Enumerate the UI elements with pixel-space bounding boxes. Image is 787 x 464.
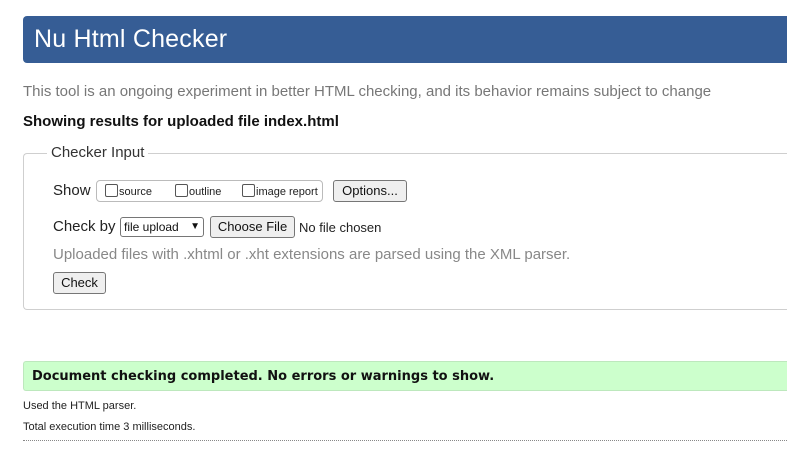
chevron-down-icon: ▼ <box>190 221 200 232</box>
xml-parser-hint: Uploaded files with .xhtml or .xht exten… <box>53 246 571 263</box>
check-by-selected-value: file upload <box>124 220 179 234</box>
divider <box>23 440 787 441</box>
check-button[interactable]: Check <box>53 272 106 294</box>
show-label: Show <box>53 182 91 199</box>
intro-text: This tool is an ongoing experiment in be… <box>23 83 712 100</box>
options-button[interactable]: Options... <box>333 180 407 202</box>
page: Nu Html Checker This tool is an ongoing … <box>0 0 787 464</box>
choose-file-button[interactable]: Choose File <box>210 216 295 238</box>
image-report-checkbox[interactable] <box>242 184 255 197</box>
show-options-box: source outline image report <box>96 180 323 202</box>
success-message-box: Document checking completed. No errors o… <box>23 361 787 391</box>
results-heading: Showing results for uploaded file index.… <box>23 113 339 130</box>
header-banner: Nu Html Checker <box>23 16 787 63</box>
image-report-checkbox-label[interactable]: image report <box>256 186 318 198</box>
outline-checkbox-label[interactable]: outline <box>189 186 221 198</box>
execution-time-note: Total execution time 3 milliseconds. <box>23 421 196 433</box>
source-checkbox[interactable] <box>105 184 118 197</box>
source-checkbox-label[interactable]: source <box>119 186 152 198</box>
check-by-label: Check by <box>53 218 116 235</box>
file-status: No file chosen <box>299 220 382 235</box>
check-by-select[interactable]: file upload ▼ <box>120 217 204 237</box>
parser-note: Used the HTML parser. <box>23 400 137 412</box>
success-message: Document checking completed. No errors o… <box>32 369 495 384</box>
page-title: Nu Html Checker <box>34 25 228 53</box>
checker-input-fieldset: Checker Input Show source outline image … <box>23 144 787 310</box>
outline-checkbox[interactable] <box>175 184 188 197</box>
checker-input-legend: Checker Input <box>47 144 149 161</box>
